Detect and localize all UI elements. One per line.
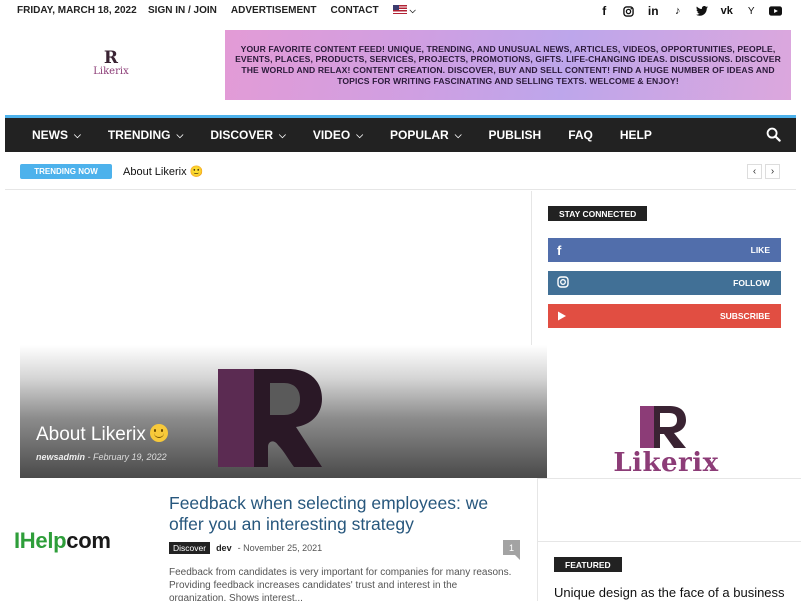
- youtube-subscribe-button[interactable]: SUBSCRIBE: [548, 304, 781, 328]
- social-icons: f in ♪ vk Y: [592, 3, 788, 19]
- stay-connected-heading: STAY CONNECTED: [548, 206, 648, 221]
- nav-item-video[interactable]: VIDEO ⌵: [286, 128, 363, 142]
- featured-heading: FEATURED: [554, 557, 622, 572]
- chevron-down-icon: ⌵: [409, 5, 416, 15]
- main-navigation: NEWS ⌵ TRENDING ⌵ DISCOVER ⌵ VIDEO ⌵ POPULAR…: [5, 118, 796, 152]
- top-bar: FRIDAY, MARCH 18, 2022 SIGN IN / JOIN AD…: [0, 0, 801, 22]
- article-meta: Discover dev - November 25, 2021: [169, 542, 322, 554]
- yandex-icon[interactable]: Y: [739, 3, 764, 19]
- featured-post-date: - February 19, 2022: [87, 452, 167, 462]
- smile-emoji-icon: [149, 424, 168, 442]
- chevron-down-icon: ⌵: [74, 129, 81, 140]
- featured-post-title[interactable]: About Likerix: [36, 422, 168, 446]
- tiktok-icon[interactable]: ♪: [666, 3, 691, 19]
- comment-count-badge[interactable]: 1: [503, 540, 520, 560]
- current-date: FRIDAY, MARCH 18, 2022: [17, 5, 137, 16]
- trending-now-badge: TRENDING NOW: [20, 164, 112, 179]
- search-icon[interactable]: [766, 127, 781, 147]
- advertisement-link[interactable]: ADVERTISEMENT: [231, 5, 317, 16]
- likerix-logo-image: [218, 369, 322, 467]
- nav-item-news[interactable]: NEWS ⌵: [5, 128, 81, 142]
- facebook-like-button[interactable]: f LIKE: [548, 238, 781, 262]
- trending-next-button[interactable]: ›: [765, 164, 780, 179]
- youtube-icon: [557, 309, 567, 324]
- youtube-subscribe-label: SUBSCRIBE: [719, 311, 770, 321]
- nav-item-trending[interactable]: TRENDING ⌵: [81, 128, 184, 142]
- nav-item-help[interactable]: HELP: [593, 128, 652, 142]
- us-flag-icon: [392, 5, 407, 14]
- sidebar-logo[interactable]: Likerix: [596, 404, 736, 478]
- facebook-like-label: LIKE: [750, 245, 770, 255]
- sidebar-lower: [537, 478, 801, 601]
- instagram-follow-label: FOLLOW: [733, 278, 770, 288]
- banner-text: YOUR FAVORITE CONTENT FEED! UNIQUE, TREN…: [235, 43, 781, 86]
- instagram-follow-button[interactable]: FOLLOW: [548, 271, 781, 295]
- nav-item-publish[interactable]: PUBLISH: [462, 128, 542, 142]
- top-links: SIGN IN / JOIN ADVERTISEMENT CONTACT ⌵: [148, 5, 416, 16]
- site-logo[interactable]: R Likerix: [88, 50, 134, 80]
- youtube-icon[interactable]: [764, 3, 789, 19]
- facebook-icon: f: [557, 242, 562, 258]
- chevron-down-icon: ⌵: [356, 129, 364, 140]
- featured-post-meta: newsadmin - February 19, 2022: [36, 452, 167, 462]
- header-banner[interactable]: YOUR FAVORITE CONTENT FEED! UNIQUE, TREN…: [225, 30, 791, 100]
- chevron-down-icon: ⌵: [176, 129, 184, 140]
- logo-mark-icon: [640, 406, 686, 448]
- chevron-down-icon: ⌵: [454, 129, 462, 140]
- logo-wordmark: Likerix: [93, 66, 129, 77]
- sidebar-divider: [538, 541, 801, 542]
- instagram-icon[interactable]: [617, 3, 642, 19]
- trending-prev-button[interactable]: ‹: [747, 164, 762, 179]
- featured-article-title[interactable]: Unique design as the face of a business: [554, 585, 785, 600]
- article-date: - November 25, 2021: [237, 543, 323, 553]
- article-author[interactable]: dev: [216, 543, 232, 553]
- nav-item-popular[interactable]: POPULAR ⌵: [363, 128, 462, 142]
- article-excerpt: Feedback from candidates is very importa…: [169, 567, 512, 601]
- category-badge[interactable]: Discover: [169, 542, 211, 554]
- sign-in-link[interactable]: SIGN IN / JOIN: [148, 5, 217, 16]
- contact-link[interactable]: CONTACT: [330, 5, 378, 16]
- featured-post-author[interactable]: newsadmin: [36, 452, 85, 462]
- article-thumbnail[interactable]: IHelpcom: [14, 528, 111, 554]
- trending-headline[interactable]: About Likerix 🙂: [123, 165, 203, 178]
- facebook-icon[interactable]: f: [592, 3, 617, 19]
- trending-bar: TRENDING NOW About Likerix 🙂 ‹ ›: [5, 152, 796, 190]
- nav-item-faq[interactable]: FAQ: [541, 128, 593, 142]
- trending-arrows: ‹ ›: [747, 164, 780, 179]
- instagram-icon: [557, 275, 569, 291]
- language-selector[interactable]: ⌵: [392, 5, 416, 16]
- twitter-icon[interactable]: [690, 3, 715, 19]
- linkedin-icon[interactable]: in: [641, 3, 666, 19]
- nav-item-discover[interactable]: DISCOVER ⌵: [183, 128, 286, 142]
- chevron-down-icon: ⌵: [279, 129, 286, 140]
- article-title[interactable]: Feedback when selecting employees: we of…: [169, 493, 519, 535]
- logo-mark: R: [103, 48, 119, 68]
- vk-icon[interactable]: vk: [715, 3, 740, 19]
- featured-post[interactable]: About Likerix newsadmin - February 19, 2…: [20, 345, 547, 478]
- logo-wordmark: Likerix: [613, 448, 719, 478]
